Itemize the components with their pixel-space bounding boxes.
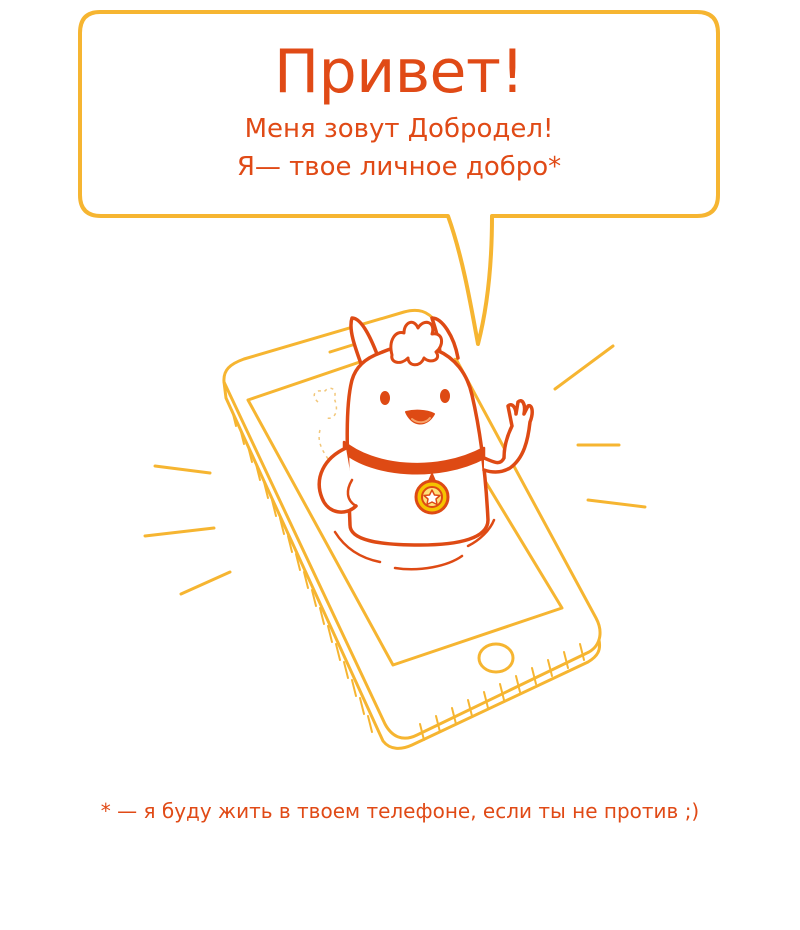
footnote: * — я буду жить в твоем телефоне, если т… xyxy=(100,799,700,823)
greeting-title: Привет! xyxy=(274,37,524,107)
intro-line-2: Я— твое личное добро* xyxy=(236,152,562,182)
intro-line-1: Меня зовут Добродел! xyxy=(244,114,554,144)
